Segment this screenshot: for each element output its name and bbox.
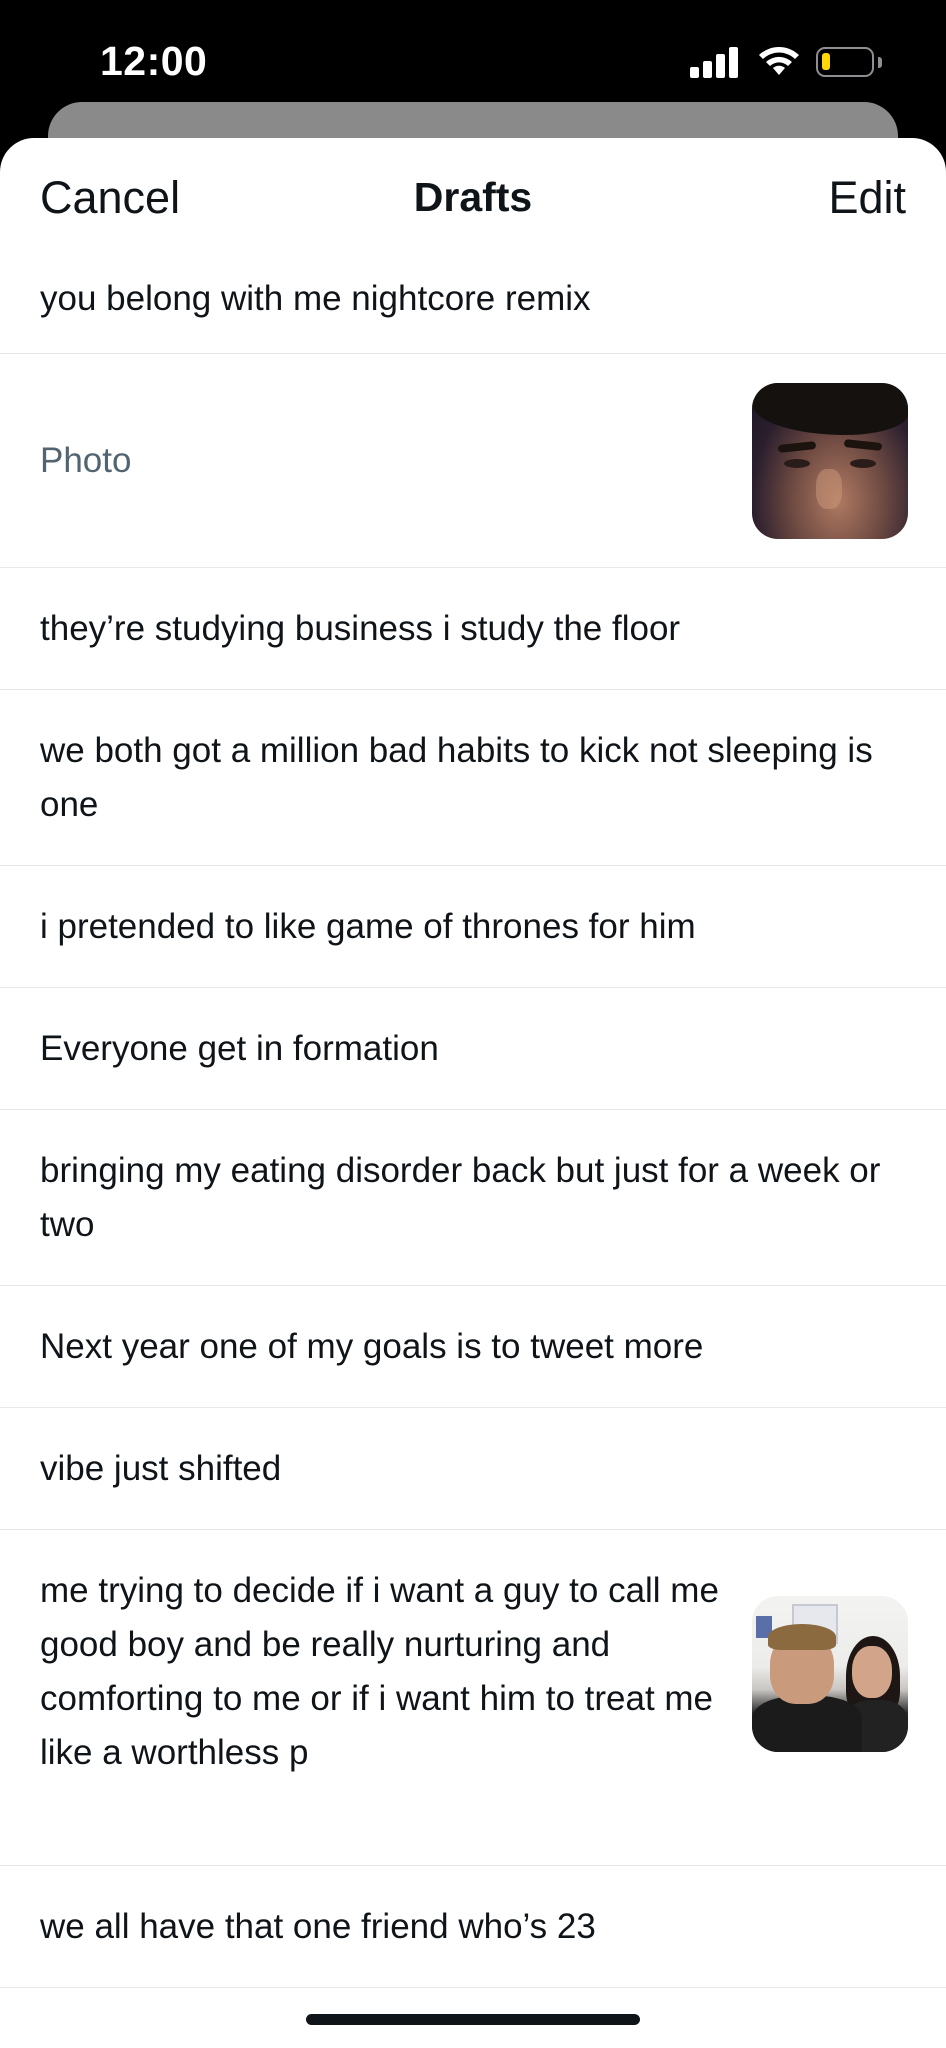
page-title: Drafts — [413, 174, 533, 220]
wifi-icon — [759, 47, 799, 75]
draft-item[interactable]: vibe just shifted — [0, 1408, 946, 1530]
draft-item[interactable]: we both got a million bad habits to kick… — [0, 690, 946, 866]
classroom-meme-thumbnail — [752, 1596, 908, 1752]
draft-text: Next year one of my goals is to tweet mo… — [40, 1327, 704, 1366]
drafts-screen: 12:00 Cancel Drafts Edit you belong with… — [0, 0, 946, 2048]
status-time: 12:00 — [100, 38, 208, 84]
draft-item[interactable]: i pretended to like game of thrones for … — [0, 866, 946, 988]
draft-text: you belong with me nightcore remix — [40, 279, 591, 318]
draft-item[interactable]: they’re studying business i study the fl… — [0, 568, 946, 690]
draft-item[interactable]: you belong with me nightcore remix — [0, 256, 946, 354]
battery-tip — [878, 57, 882, 68]
draft-item[interactable]: Next year one of my goals is to tweet mo… — [0, 1286, 946, 1408]
draft-text: me trying to decide if i want a guy to c… — [40, 1571, 719, 1772]
draft-item[interactable]: Photo — [0, 354, 946, 568]
drafts-sheet: Cancel Drafts Edit you belong with me ni… — [0, 138, 946, 2048]
status-bar: 12:00 — [0, 0, 946, 104]
draft-text: vibe just shifted — [40, 1449, 282, 1488]
selfie-photo-thumbnail — [752, 382, 908, 539]
cellular-signal-icon — [690, 46, 738, 78]
draft-text: bringing my eating disorder back but jus… — [40, 1151, 881, 1244]
draft-list: you belong with me nightcore remix Photo… — [0, 256, 946, 1988]
draft-text: i pretended to like game of thrones for … — [40, 907, 696, 946]
draft-text: they’re studying business i study the fl… — [40, 609, 681, 648]
draft-text: Photo — [40, 440, 132, 480]
drafts-header: Cancel Drafts Edit — [0, 138, 946, 256]
draft-item[interactable]: me trying to decide if i want a guy to c… — [0, 1530, 946, 1866]
draft-text: Everyone get in formation — [40, 1029, 439, 1068]
battery-icon — [816, 47, 874, 77]
battery-level — [822, 53, 830, 70]
draft-item[interactable]: bringing my eating disorder back but jus… — [0, 1110, 946, 1286]
draft-text: we all have that one friend who’s 23 — [40, 1907, 596, 1946]
draft-text: we both got a million bad habits to kick… — [40, 731, 873, 824]
edit-button[interactable]: Edit — [828, 172, 906, 224]
home-indicator[interactable] — [306, 2014, 640, 2025]
draft-item[interactable]: we all have that one friend who’s 23 — [0, 1866, 946, 1988]
draft-item[interactable]: Everyone get in formation — [0, 988, 946, 1110]
